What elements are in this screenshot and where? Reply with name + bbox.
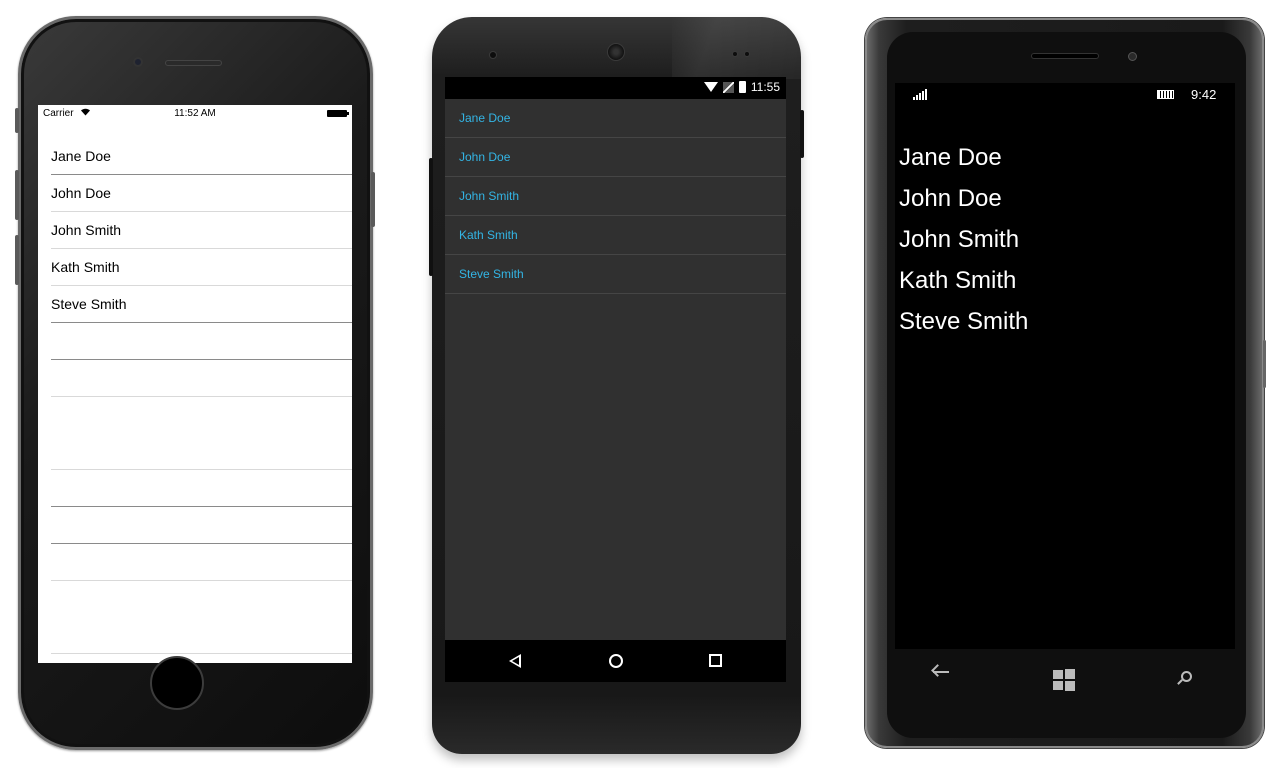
ios-status-bar: Carrier 11:52 AM — [38, 105, 352, 123]
search-icon[interactable] — [1181, 671, 1192, 682]
list-item[interactable]: John Doe — [899, 182, 1028, 223]
list-item[interactable]: Jane Doe — [899, 141, 1028, 182]
signal-strength-icon — [913, 89, 927, 100]
ios-screen: Carrier 11:52 AM Jane Doe John Doe John … — [38, 105, 352, 663]
list-item[interactable]: Jane Doe — [445, 99, 786, 138]
list-item[interactable]: Kath Smith — [51, 249, 352, 286]
android-power-button — [800, 110, 804, 158]
list-item[interactable]: Steve Smith — [51, 286, 352, 323]
windows-phone-screen: 9:42 Jane Doe John Doe John Smith Kath S… — [895, 83, 1235, 649]
windows-phone-status-time: 9:42 — [1191, 87, 1217, 102]
list-item[interactable]: Kath Smith — [445, 216, 786, 255]
battery-icon — [1157, 90, 1174, 99]
list-item[interactable]: Jane Doe — [51, 138, 352, 175]
windows-phone-status-bar: 9:42 — [895, 83, 1235, 107]
wifi-icon — [703, 82, 718, 92]
windows-phone-side-button — [1263, 340, 1266, 388]
android-volume-button — [429, 158, 433, 276]
list-item[interactable]: John Doe — [445, 138, 786, 177]
list-item[interactable]: Steve Smith — [899, 305, 1028, 346]
list-item-empty — [51, 323, 352, 360]
windows-phone-earpiece-speaker — [1031, 53, 1099, 59]
battery-icon — [327, 110, 349, 117]
list-item-empty — [51, 544, 352, 581]
android-status-time: 11:55 — [750, 80, 780, 94]
ios-status-time: 11:52 AM — [174, 108, 216, 119]
iphone-home-button[interactable] — [150, 656, 204, 710]
list-item-empty — [51, 507, 352, 544]
windows-phone-front-camera — [1128, 52, 1137, 61]
back-arrow-icon[interactable] — [933, 671, 949, 673]
android-earpiece-speaker — [607, 43, 625, 61]
ios-list-view[interactable]: Jane Doe John Doe John Smith Kath Smith … — [38, 138, 352, 654]
list-item-empty — [51, 360, 352, 397]
home-circle-icon[interactable] — [609, 654, 623, 668]
android-sensor-dot — [744, 51, 750, 57]
no-signal-icon — [722, 81, 734, 93]
list-item-empty — [51, 470, 352, 507]
list-item-empty — [51, 581, 352, 654]
android-list-view[interactable]: Jane Doe John Doe John Smith Kath Smith … — [445, 99, 786, 294]
windows-start-icon[interactable] — [1053, 669, 1075, 691]
back-triangle-icon[interactable] — [509, 654, 521, 668]
battery-icon — [738, 81, 746, 93]
list-item[interactable]: John Smith — [899, 223, 1028, 264]
iphone-front-camera — [133, 57, 143, 67]
iphone-earpiece-speaker — [165, 60, 222, 66]
list-item[interactable]: John Doe — [51, 175, 352, 212]
android-sensor-dot — [732, 51, 738, 57]
android-navigation-bar — [445, 640, 786, 682]
list-item[interactable]: Kath Smith — [899, 264, 1028, 305]
android-frame-gloss — [672, 17, 801, 79]
list-item-empty — [51, 397, 352, 470]
list-item[interactable]: John Smith — [445, 177, 786, 216]
windows-phone-navigation-bar — [895, 649, 1235, 709]
list-item[interactable]: John Smith — [51, 212, 352, 249]
list-item[interactable]: Steve Smith — [445, 255, 786, 294]
android-status-bar: 11:55 — [445, 77, 786, 99]
recent-apps-square-icon[interactable] — [709, 654, 722, 667]
android-screen: 11:55 Jane Doe John Doe John Smith Kath … — [445, 77, 786, 682]
android-front-camera — [489, 51, 497, 59]
windows-phone-list-view[interactable]: Jane Doe John Doe John Smith Kath Smith … — [899, 141, 1028, 346]
